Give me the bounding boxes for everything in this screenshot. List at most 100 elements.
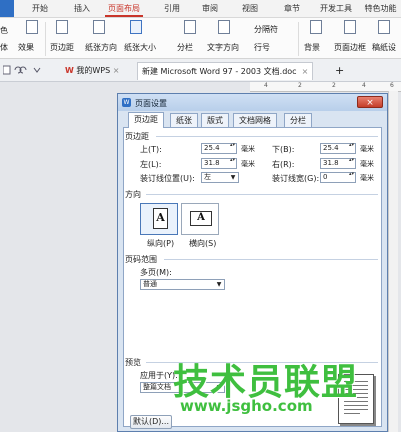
- right-margin-label: 右(R):: [272, 160, 295, 169]
- quick-access-icons[interactable]: [3, 65, 43, 75]
- ribbon-divider: [298, 22, 299, 56]
- tab-layout[interactable]: 版式: [201, 113, 229, 128]
- gutter-position-select[interactable]: 左 ▼: [201, 172, 239, 183]
- ribbon-divider: [45, 22, 46, 56]
- background-button[interactable]: 背景: [304, 42, 320, 53]
- ruler-label: 6: [390, 82, 394, 89]
- top-margin-input[interactable]: 25.4: [201, 143, 237, 154]
- tab-margins[interactable]: 页边距: [128, 112, 164, 128]
- ribbon-tab-bar: 开始 插入 页面布局 引用 审阅 视图 章节 开发工具 特色功能: [0, 0, 401, 18]
- separator-button[interactable]: 分隔符: [254, 24, 278, 35]
- ribbon-partial-font[interactable]: 体: [0, 42, 8, 53]
- paper-size-icon: [130, 20, 142, 34]
- document-tab[interactable]: 新建 Microsoft Word 97 - 2003 文档.doc ×: [137, 62, 314, 80]
- section-divider: [164, 259, 378, 260]
- ruler-label: 2: [298, 82, 302, 89]
- ribbon-partial-color[interactable]: 色: [0, 25, 8, 36]
- text-direction-icon: [218, 20, 230, 34]
- effects-button[interactable]: 效果: [18, 42, 34, 53]
- gutter-position-label: 装订线位置(U):: [140, 174, 195, 183]
- close-button[interactable]: ×: [357, 96, 383, 108]
- vertical-ruler[interactable]: [388, 91, 398, 432]
- gutter-position-value: 左: [204, 173, 211, 181]
- columns-icon: [184, 20, 196, 34]
- margins-section-title: 页边距: [125, 132, 149, 141]
- portrait-label[interactable]: 纵向(P): [147, 238, 174, 249]
- page-margin-button[interactable]: 页边距: [50, 42, 74, 53]
- bottom-margin-unit[interactable]: 毫米: [360, 144, 374, 154]
- page-margin-icon: [56, 20, 68, 34]
- tab-home[interactable]: 开始: [28, 0, 52, 17]
- page-border-icon: [344, 20, 356, 34]
- tab-chapter[interactable]: 章节: [280, 0, 304, 17]
- chevron-down-icon: ▼: [216, 281, 222, 288]
- watermark-url: www.jsgho.com: [180, 397, 313, 415]
- page-range-section-title: 页码范围: [125, 255, 157, 264]
- background-icon: [310, 20, 322, 34]
- text-direction-button[interactable]: 文字方向: [207, 42, 239, 53]
- dialog-title-bar[interactable]: W 页面设置 ×: [118, 94, 387, 111]
- orientation-section-title: 方向: [125, 190, 141, 199]
- top-margin-unit[interactable]: 毫米: [241, 144, 255, 154]
- document-tab-bar: W 我的WPS × 新建 Microsoft Word 97 - 2003 文档…: [0, 59, 401, 82]
- bottom-margin-label: 下(B):: [272, 145, 295, 154]
- bottom-margin-input[interactable]: 25.4: [320, 143, 356, 154]
- tab-page-layout[interactable]: 页面布局: [105, 0, 143, 17]
- mywps-tab[interactable]: W 我的WPS ×: [65, 62, 119, 79]
- dialog-title: 页面设置: [135, 99, 167, 108]
- default-button[interactable]: 默认(D)...: [130, 415, 172, 429]
- tab-paper[interactable]: 纸张: [170, 113, 198, 128]
- right-margin-input[interactable]: 31.8: [320, 158, 356, 169]
- apply-to-value: 整篇文档: [143, 383, 171, 391]
- section-divider: [146, 194, 378, 195]
- chevron-down-icon: ▼: [230, 174, 236, 181]
- tab-references[interactable]: 引用: [160, 0, 184, 17]
- line-number-button[interactable]: 行号: [254, 42, 270, 53]
- ribbon-toolbar: 色 体 效果 页边距 纸张方向 纸张大小 分栏 文字方向 分隔符 行号 背景 页…: [0, 18, 401, 59]
- tab-columns[interactable]: 分栏: [284, 113, 312, 128]
- portrait-page-icon: A: [153, 208, 168, 229]
- tab-features[interactable]: 特色功能: [360, 0, 401, 17]
- left-margin-input[interactable]: 31.8: [201, 158, 237, 169]
- landscape-option[interactable]: A: [181, 203, 219, 235]
- document-tab-label: 新建 Microsoft Word 97 - 2003 文档.doc: [142, 67, 297, 76]
- portrait-option[interactable]: A: [140, 203, 178, 235]
- ruler-label: 4: [362, 82, 366, 89]
- landscape-label[interactable]: 横向(S): [189, 238, 216, 249]
- gutter-width-unit[interactable]: 毫米: [360, 173, 374, 183]
- right-margin-unit[interactable]: 毫米: [360, 159, 374, 169]
- multiple-pages-value: 普通: [143, 280, 157, 288]
- ruler-label: 2: [332, 82, 336, 89]
- tab-view[interactable]: 视图: [238, 0, 262, 17]
- tab-review[interactable]: 审阅: [198, 0, 222, 17]
- ruler-label: 4: [264, 82, 268, 89]
- new-tab-button[interactable]: +: [335, 62, 344, 79]
- multiple-pages-select[interactable]: 普通 ▼: [140, 279, 225, 290]
- multiple-pages-label: 多页(M):: [140, 268, 172, 277]
- close-icon[interactable]: ×: [113, 66, 120, 75]
- section-divider: [156, 136, 378, 137]
- paper-orientation-button[interactable]: 纸张方向: [85, 42, 117, 53]
- paper-size-button[interactable]: 纸张大小: [124, 42, 156, 53]
- landscape-page-icon: A: [190, 211, 212, 226]
- wps-logo-icon: W: [65, 66, 74, 75]
- effects-icon: [26, 20, 38, 34]
- top-margin-label: 上(T):: [140, 145, 162, 154]
- ribbon-tab-menu[interactable]: [0, 0, 14, 17]
- gutter-width-input[interactable]: 0: [320, 172, 356, 183]
- draft-paper-icon: [378, 20, 390, 34]
- page-border-button[interactable]: 页面边框: [334, 42, 366, 53]
- horizontal-ruler[interactable]: 4 2 2 4 6: [250, 82, 401, 92]
- tab-developer[interactable]: 开发工具: [318, 0, 354, 17]
- tab-insert[interactable]: 插入: [70, 0, 94, 17]
- close-icon[interactable]: ×: [299, 67, 309, 76]
- left-margin-unit[interactable]: 毫米: [241, 159, 255, 169]
- tab-document-grid[interactable]: 文档网格: [233, 113, 277, 128]
- columns-button[interactable]: 分栏: [177, 42, 193, 53]
- left-margin-label: 左(L):: [140, 160, 162, 169]
- gutter-width-label: 装订线宽(G):: [272, 174, 320, 183]
- preview-section-title: 预览: [125, 358, 141, 367]
- paper-orientation-icon: [93, 20, 105, 34]
- draft-paper-button[interactable]: 稿纸设: [372, 42, 401, 53]
- mywps-tab-label: 我的WPS: [76, 66, 111, 75]
